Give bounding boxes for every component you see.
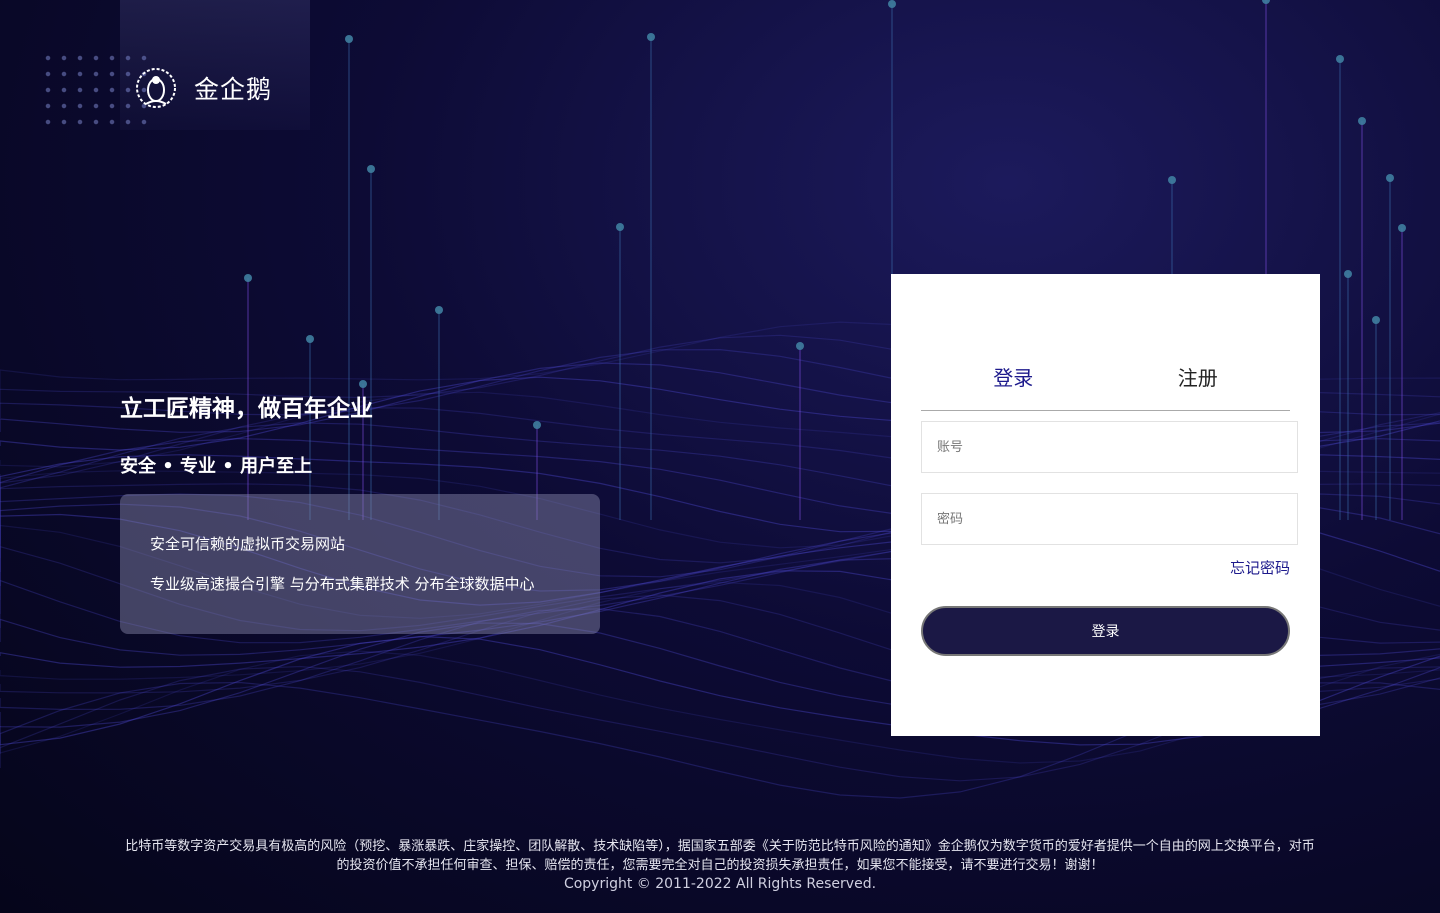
- auth-tabs: 登录 注册: [921, 364, 1290, 411]
- penguin-logo-icon: [136, 68, 176, 108]
- copyright: Copyright © 2011-2022 All Rights Reserve…: [563, 876, 877, 892]
- brand-logo[interactable]: 金企鹅: [134, 66, 272, 110]
- tab-register[interactable]: 注册: [1106, 364, 1291, 410]
- tab-login[interactable]: 登录: [921, 364, 1106, 410]
- hero-subslogan: 安全 • 专业 • 用户至上: [120, 456, 313, 477]
- feature-box: 安全可信赖的虚拟币交易网站 专业级高速撮合引擎 与分布式集群技术 分布全球数据中…: [120, 494, 600, 634]
- forgot-password-link[interactable]: 忘记密码: [1230, 557, 1290, 578]
- feature-item: 安全可信赖的虚拟币交易网站: [150, 535, 346, 553]
- login-button[interactable]: 登录: [921, 606, 1290, 656]
- footer: 比特币等数字资产交易具有极高的风险（预挖、暴涨暴跌、庄家操控、团队解散、技术缺陷…: [0, 837, 1440, 893]
- feature-item: 专业级高速撮合引擎 与分布式集群技术 分布全球数据中心: [150, 575, 535, 593]
- password-input[interactable]: [921, 493, 1298, 545]
- login-card: 登录 注册 忘记密码 登录: [891, 274, 1320, 736]
- risk-disclaimer: 比特币等数字资产交易具有极高的风险（预挖、暴涨暴跌、庄家操控、团队解散、技术缺陷…: [125, 839, 1315, 873]
- hero-slogan: 立工匠精神，做百年企业: [120, 396, 373, 422]
- brand-name: 金企鹅: [194, 75, 273, 104]
- account-input[interactable]: [921, 421, 1298, 473]
